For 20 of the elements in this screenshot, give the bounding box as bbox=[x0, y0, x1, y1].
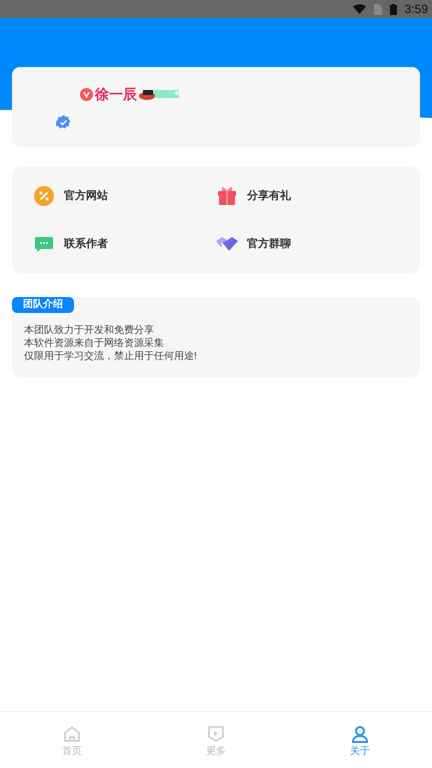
status-time: 3:59 bbox=[404, 1, 428, 18]
user-icon bbox=[351, 725, 369, 743]
no-sim-icon bbox=[374, 4, 382, 14]
user-name: 徐一辰 bbox=[95, 87, 137, 101]
play-shield-icon bbox=[207, 725, 225, 743]
menu-item[interactable]: 官方网站 bbox=[33, 186, 216, 206]
menu-item[interactable]: 联系作者 bbox=[33, 234, 216, 254]
wifi-icon bbox=[352, 4, 366, 14]
team-description-line: 本团队致力于开发和免费分享 bbox=[24, 324, 155, 337]
gift-icon bbox=[217, 186, 237, 206]
menu-item[interactable]: 官方群聊 bbox=[216, 234, 399, 254]
percent-icon bbox=[34, 186, 54, 206]
chat-icon bbox=[34, 234, 54, 254]
team-description-line: 仅限用于学习交流，禁止用于任何用途! bbox=[24, 350, 198, 363]
handshake-icon bbox=[216, 235, 238, 253]
home-icon bbox=[63, 725, 81, 743]
team-badge: 团队介绍 bbox=[12, 297, 74, 313]
battery-icon bbox=[390, 4, 397, 14]
menu-item[interactable]: 分享有礼 bbox=[216, 186, 399, 206]
team-description-line: 本软件资源来自于网络资源采集 bbox=[24, 337, 165, 350]
